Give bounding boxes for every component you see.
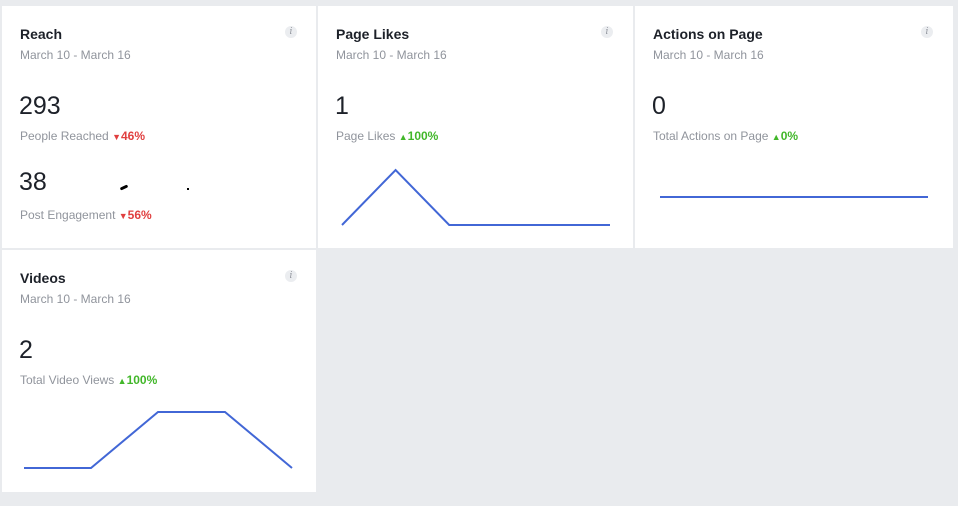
people-reached-trend-value: 46% <box>121 129 146 143</box>
people-reached-label-text: People Reached <box>20 129 109 143</box>
people-reached-label: People Reached ▼46% <box>20 129 145 143</box>
actions-on-page-card[interactable]: Actions on Page March 10 - March 16 i 0 … <box>635 6 953 248</box>
post-engagement-value: 38 <box>19 168 47 196</box>
sparkline-series-line <box>341 168 610 226</box>
post-engagement-label: Post Engagement ▼56% <box>20 208 152 222</box>
card-title: Reach <box>20 26 63 42</box>
people-reached-trend: ▼46% <box>112 129 145 143</box>
trend-down-icon: ▼ <box>118 211 128 221</box>
redaction-mark <box>119 184 129 191</box>
trend-down-icon: ▼ <box>112 132 121 142</box>
post-engagement-trend-value: 56% <box>127 208 152 222</box>
post-engagement-trend: ▼56% <box>119 208 152 222</box>
page-likes-card[interactable]: Page Likes March 10 - March 16 i 1 Page … <box>318 6 633 248</box>
videos-card[interactable]: Videos March 10 - March 16 i 2 Total Vid… <box>2 250 316 492</box>
redaction-dot <box>187 188 189 190</box>
info-icon[interactable]: i <box>285 26 297 38</box>
page-likes-sparkline <box>341 168 610 226</box>
post-engagement-label-text: Post Engagement <box>20 208 116 222</box>
reach-card[interactable]: Reach March 10 - March 16 i 293 People R… <box>2 6 316 248</box>
people-reached-value: 293 <box>19 92 61 120</box>
actions-on-page-sparkline <box>660 196 928 198</box>
videos-sparkline <box>24 411 293 469</box>
sparkline-series-line <box>24 411 293 469</box>
card-date-range: March 10 - March 16 <box>20 48 131 62</box>
